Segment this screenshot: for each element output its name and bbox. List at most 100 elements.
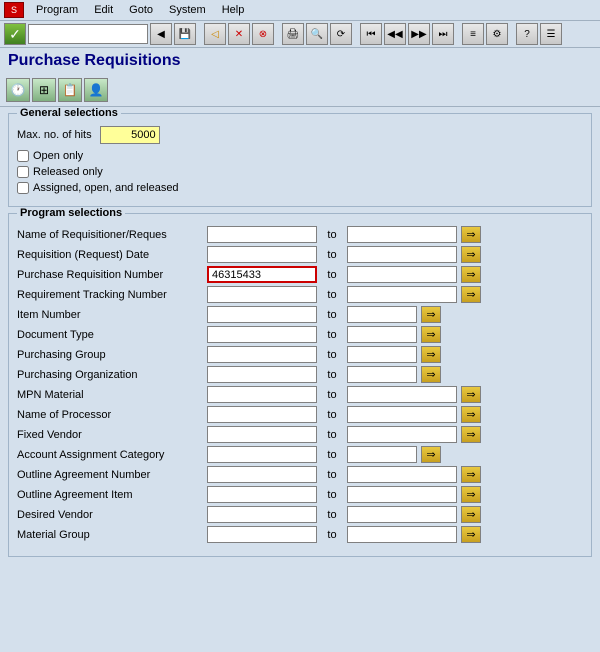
field-input-right[interactable] [347, 466, 457, 483]
field-label: Outline Agreement Number [17, 469, 207, 481]
field-input-left[interactable] [207, 306, 317, 323]
next-button[interactable]: ▶▶ [408, 23, 430, 45]
program-field-row: Requirement Tracking Numberto [17, 286, 583, 303]
field-input-right[interactable] [347, 406, 457, 423]
field-arrow-button[interactable] [461, 226, 481, 243]
field-input-left[interactable] [207, 446, 317, 463]
field-label: Document Type [17, 329, 207, 341]
field-arrow-button[interactable] [461, 286, 481, 303]
find-next-button[interactable]: ⟳ [330, 23, 352, 45]
field-label: Fixed Vendor [17, 429, 207, 441]
field-arrow-button[interactable] [461, 386, 481, 403]
to-label: to [317, 489, 347, 501]
field-input-right[interactable] [347, 446, 417, 463]
find-button[interactable]: 🔍 [306, 23, 328, 45]
field-arrow-button[interactable] [461, 506, 481, 523]
field-arrow-button[interactable] [461, 466, 481, 483]
open-only-label: Open only [33, 150, 83, 162]
exit-button[interactable]: ✕ [228, 23, 250, 45]
assigned-open-checkbox[interactable] [17, 182, 29, 194]
field-input-left[interactable] [207, 426, 317, 443]
field-input-right[interactable] [347, 346, 417, 363]
menu-help[interactable]: Help [214, 2, 253, 18]
field-input-right[interactable] [347, 266, 457, 283]
field-input-right[interactable] [347, 366, 417, 383]
program-field-row: Outline Agreement Itemto [17, 486, 583, 503]
field-input-left[interactable] [207, 466, 317, 483]
print-button[interactable]: 🖨 [282, 23, 304, 45]
field-input-left[interactable] [207, 386, 317, 403]
prev-button[interactable]: ◀◀ [384, 23, 406, 45]
field-input-left[interactable] [207, 366, 317, 383]
program-field-row: Requisition (Request) Dateto [17, 246, 583, 263]
field-input-right[interactable] [347, 326, 417, 343]
execute-button[interactable]: ✓ [4, 23, 26, 45]
settings-button[interactable]: ⚙ [486, 23, 508, 45]
variants-button[interactable]: 🕐 [6, 78, 30, 102]
field-input-left[interactable] [207, 286, 317, 303]
field-arrow-button[interactable] [461, 266, 481, 283]
field-input-left[interactable] [207, 506, 317, 523]
field-input-right[interactable] [347, 306, 417, 323]
field-input-left[interactable] [207, 346, 317, 363]
field-arrow-button[interactable] [421, 326, 441, 343]
field-input-right[interactable] [347, 386, 457, 403]
to-label: to [317, 269, 347, 281]
menu-system[interactable]: System [161, 2, 214, 18]
save-layout-button[interactable]: 📋 [58, 78, 82, 102]
to-label: to [317, 529, 347, 541]
field-input-right[interactable] [347, 526, 457, 543]
general-selections-label: General selections [17, 107, 121, 119]
field-input-left[interactable] [207, 406, 317, 423]
back-button[interactable]: ◁ [204, 23, 226, 45]
save-button[interactable]: 💾 [174, 23, 196, 45]
field-arrow-button[interactable] [461, 246, 481, 263]
field-input-left[interactable] [207, 486, 317, 503]
to-label: to [317, 249, 347, 261]
program-field-row: Purchasing Organizationto [17, 366, 583, 383]
field-label: Name of Requisitioner/Reques [17, 229, 207, 241]
help-button[interactable]: ? [516, 23, 538, 45]
field-input-left[interactable] [207, 226, 317, 243]
field-input-right[interactable] [347, 426, 457, 443]
field-arrow-button[interactable] [421, 306, 441, 323]
layout-button[interactable]: ⊞ [32, 78, 56, 102]
field-input-left[interactable] [207, 326, 317, 343]
field-input-right[interactable] [347, 286, 457, 303]
field-input-right[interactable] [347, 486, 457, 503]
field-arrow-button[interactable] [461, 486, 481, 503]
program-field-row: Document Typeto [17, 326, 583, 343]
first-button[interactable]: ⏮ [360, 23, 382, 45]
menu-edit[interactable]: Edit [86, 2, 121, 18]
field-arrow-button[interactable] [421, 366, 441, 383]
last-button[interactable]: ⏭ [432, 23, 454, 45]
program-selections-section: Program selections Name of Requisitioner… [8, 213, 592, 557]
page-title-bar: Purchase Requisitions [0, 48, 600, 76]
field-input-left[interactable] [207, 266, 317, 283]
menu2-button[interactable]: ≡ [462, 23, 484, 45]
released-only-label: Released only [33, 166, 103, 178]
user-settings-button[interactable]: 👤 [84, 78, 108, 102]
field-input-right[interactable] [347, 226, 457, 243]
field-input-right[interactable] [347, 246, 457, 263]
cancel-button[interactable]: ⊗ [252, 23, 274, 45]
menu-goto[interactable]: Goto [121, 2, 161, 18]
field-label: Item Number [17, 309, 207, 321]
field-arrow-button[interactable] [461, 526, 481, 543]
field-input-left[interactable] [207, 246, 317, 263]
to-label: to [317, 369, 347, 381]
field-arrow-button[interactable] [461, 426, 481, 443]
program-field-row: Name of Processorto [17, 406, 583, 423]
open-only-checkbox[interactable] [17, 150, 29, 162]
program-field-row: Purchase Requisition Numberto [17, 266, 583, 283]
menu-program[interactable]: Program [28, 2, 86, 18]
command-input[interactable] [28, 24, 148, 44]
nav-left-button[interactable]: ◀ [150, 23, 172, 45]
field-input-left[interactable] [207, 526, 317, 543]
field-arrow-button[interactable] [421, 346, 441, 363]
released-only-checkbox[interactable] [17, 166, 29, 178]
field-arrow-button[interactable] [421, 446, 441, 463]
field-input-right[interactable] [347, 506, 457, 523]
customize-button[interactable]: ☰ [540, 23, 562, 45]
field-arrow-button[interactable] [461, 406, 481, 423]
